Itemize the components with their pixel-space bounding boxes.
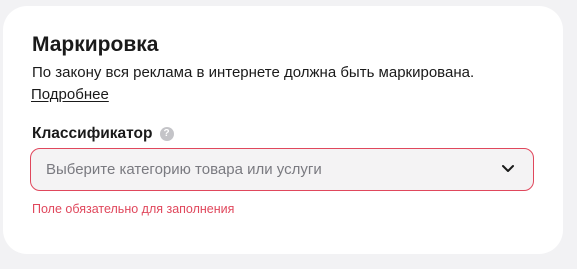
more-info-link[interactable]: Подробнее bbox=[31, 85, 109, 105]
section-title: Маркировка bbox=[32, 33, 159, 56]
section-description: По закону вся реклама в интернете должна… bbox=[32, 64, 475, 81]
classifier-select[interactable]: Выберите категорию товара или услуги bbox=[30, 148, 534, 191]
classifier-label-row: Классификатор ? bbox=[32, 124, 174, 144]
help-icon[interactable]: ? bbox=[159, 127, 174, 141]
classifier-error-message: Поле обязательно для заполнения bbox=[32, 202, 235, 216]
marking-card: Маркировка По закону вся реклама в интер… bbox=[3, 6, 563, 254]
chevron-down-icon bbox=[502, 165, 514, 172]
classifier-select-placeholder: Выберите категорию товара или услуги bbox=[46, 161, 322, 178]
classifier-label: Классификатор bbox=[32, 125, 153, 142]
